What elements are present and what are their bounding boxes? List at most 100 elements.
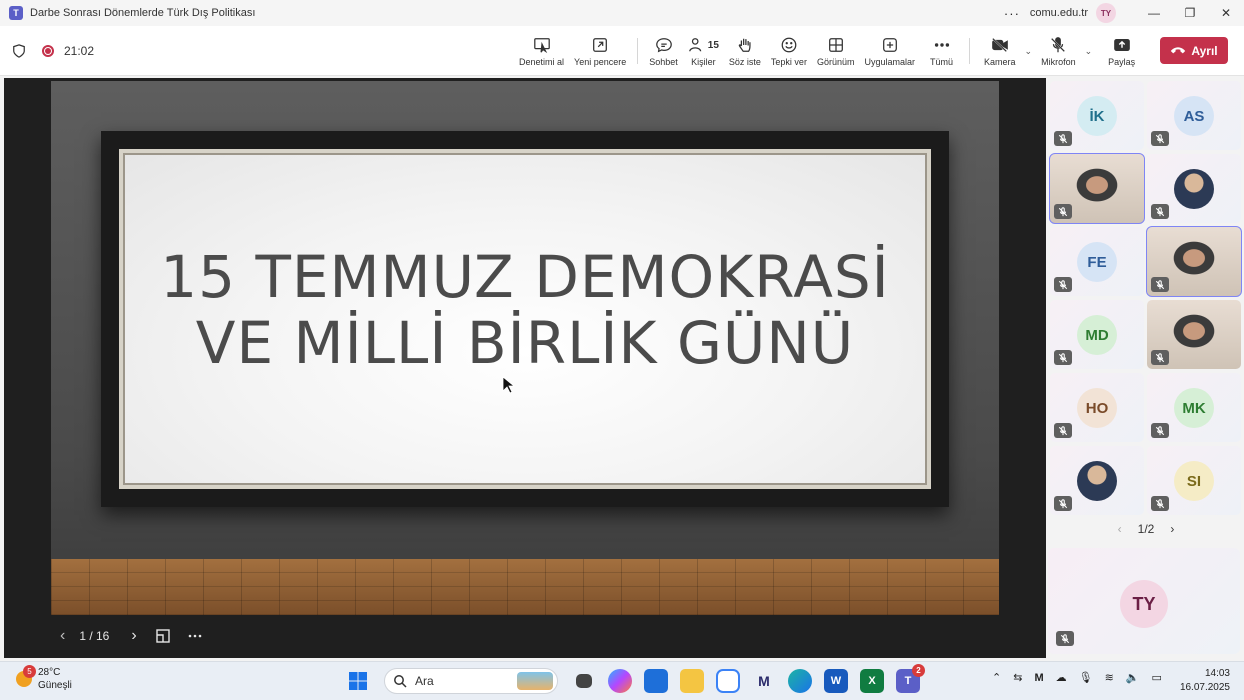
new-window-button[interactable]: Yeni pencere	[569, 26, 631, 76]
participant-tile[interactable]: FE	[1050, 227, 1144, 296]
next-slide-chevron-icon[interactable]: ›	[131, 627, 136, 645]
excel-icon[interactable]: X	[860, 669, 884, 693]
chat-button[interactable]: Sohbet	[644, 26, 683, 76]
more-button[interactable]: Tümü	[920, 26, 963, 76]
participant-tile[interactable]: MD	[1050, 300, 1144, 369]
sun-icon: 5	[16, 665, 36, 687]
leave-button[interactable]: Ayrıl	[1160, 37, 1228, 64]
organization-name: comu.edu.tr	[1029, 7, 1088, 19]
teams-icon[interactable]: T 2	[896, 664, 925, 693]
volume-icon[interactable]: 🔈	[1126, 671, 1140, 684]
system-tray: ⌃ ⇆ M ☁ 🎙 ≋ 🔈 ▭	[986, 671, 1168, 685]
people-count: 15	[707, 39, 719, 51]
self-view-tile[interactable]: TY	[1048, 548, 1240, 654]
shared-content-stage[interactable]: 15 TEMMUZ DEMOKRASİ VE MİLLİ BİRLİK GÜNÜ…	[4, 78, 1046, 658]
store-icon[interactable]	[644, 669, 668, 693]
take-control-icon	[533, 38, 550, 54]
windows-start-icon[interactable]	[346, 669, 370, 693]
tray-app-icon[interactable]: ⇆	[1013, 671, 1022, 684]
muted-mic-icon	[1151, 496, 1169, 511]
microphone-label: Mikrofon	[1041, 57, 1076, 67]
onedrive-icon[interactable]: ☁	[1056, 671, 1067, 684]
muted-mic-icon	[1151, 423, 1169, 438]
camera-label: Kamera	[984, 57, 1016, 67]
slide-controls: ‹ 1 / 16 ›	[60, 627, 219, 645]
file-explorer-icon[interactable]	[680, 669, 704, 693]
battery-icon[interactable]: ▭	[1152, 671, 1162, 684]
account-avatar[interactable]: TY	[1096, 3, 1116, 23]
participant-tile[interactable]: AS	[1147, 81, 1241, 150]
meeting-toolbar: 21:02 Denetimi al Yeni pencere Sohbet 15…	[0, 26, 1244, 76]
slide-frame: 15 TEMMUZ DEMOKRASİ VE MİLLİ BİRLİK GÜNÜ	[101, 131, 949, 507]
hang-up-icon	[1171, 46, 1186, 53]
participant-tile[interactable]: HO	[1050, 373, 1144, 442]
gallery-next-chevron-icon[interactable]: ›	[1170, 522, 1174, 536]
task-view-icon[interactable]	[576, 674, 592, 688]
maximize-button[interactable]: ❐	[1172, 0, 1208, 26]
participant-tile[interactable]	[1049, 153, 1145, 224]
app-m-icon[interactable]: M	[752, 669, 776, 693]
participant-tile[interactable]: SI	[1147, 446, 1241, 515]
clock-time: 14:03	[1204, 668, 1230, 679]
slide-layout-icon[interactable]	[155, 628, 171, 644]
gallery-previous-chevron-icon[interactable]: ‹	[1118, 522, 1122, 536]
muted-mic-icon	[1056, 631, 1074, 646]
copilot-icon[interactable]	[608, 669, 632, 693]
wifi-icon[interactable]: ≋	[1105, 671, 1114, 684]
taskbar-search-input[interactable]: Ara	[384, 668, 558, 694]
edge-icon[interactable]	[788, 669, 812, 693]
view-button[interactable]: Görünüm	[812, 26, 860, 76]
tool-label: Uygulamalar	[864, 57, 915, 67]
more-icon	[934, 43, 949, 47]
take-control-button[interactable]: Denetimi al	[514, 26, 569, 76]
close-button[interactable]: ✕	[1208, 0, 1244, 26]
muted-mic-icon	[1054, 131, 1072, 146]
tool-label: Kişiler	[691, 57, 716, 67]
chat-app-icon[interactable]	[716, 669, 740, 693]
show-hidden-icons-chevron-icon[interactable]: ⌃	[992, 671, 1001, 684]
recording-icon	[42, 44, 54, 57]
muted-mic-icon	[1054, 496, 1072, 511]
react-button[interactable]: Tepki ver	[766, 26, 812, 76]
taskbar-apps: Ara M W X T 2	[340, 664, 926, 694]
word-icon[interactable]: W	[824, 669, 848, 693]
microphone-button[interactable]: Mikrofon	[1036, 26, 1081, 76]
tool-label: Görünüm	[816, 57, 855, 67]
participant-tile[interactable]: İK	[1050, 81, 1144, 150]
muted-mic-icon	[1054, 350, 1072, 365]
microphone-options-chevron-icon[interactable]: ⌄	[1085, 46, 1093, 57]
camera-button[interactable]: Kamera	[976, 26, 1021, 76]
share-button[interactable]: Paylaş	[1096, 26, 1140, 76]
view-icon	[828, 38, 843, 52]
tool-label: Tepki ver	[770, 57, 807, 67]
windows-taskbar: 5 28°C Güneşli Ara M W X T 2 ⌃ ⇆ M ☁ 🎙 ≋…	[0, 661, 1244, 700]
search-placeholder: Ara	[415, 674, 434, 688]
weather-widget[interactable]: 5 28°C Güneşli	[16, 665, 72, 692]
react-icon	[781, 37, 797, 53]
participant-tile[interactable]: MK	[1147, 373, 1241, 442]
apps-button[interactable]: Uygulamalar	[859, 26, 920, 76]
people-button[interactable]: 15 Kişiler	[683, 26, 724, 76]
more-options-icon[interactable]: ···	[1004, 6, 1020, 21]
slide-more-icon[interactable]	[187, 628, 203, 644]
previous-slide-chevron-icon[interactable]: ‹	[60, 627, 65, 645]
raise-hand-button[interactable]: Söz iste	[724, 26, 766, 76]
muted-mic-icon	[1054, 204, 1072, 219]
participant-avatar: İK	[1077, 96, 1117, 136]
participant-tile[interactable]	[1050, 446, 1144, 515]
participant-tile[interactable]	[1147, 154, 1241, 223]
participant-tile[interactable]	[1146, 226, 1242, 297]
system-clock[interactable]: 14:03 16.07.2025	[1178, 667, 1230, 695]
microphone-muted-tray-icon[interactable]: 🎙	[1079, 671, 1093, 684]
wooden-floor	[51, 559, 999, 615]
minimize-button[interactable]: —	[1136, 0, 1172, 26]
participant-avatar: AS	[1174, 96, 1214, 136]
camera-options-chevron-icon[interactable]: ⌄	[1025, 46, 1033, 57]
teams-app-icon: T	[9, 6, 23, 20]
participant-tile[interactable]	[1147, 300, 1241, 369]
search-icon	[394, 675, 407, 688]
slide-title-line-2: VE MİLLİ BİRLİK GÜNÜ	[195, 309, 855, 377]
gallery-pager: ‹ 1/2 ›	[1048, 522, 1244, 536]
tray-m-icon[interactable]: M	[1034, 672, 1043, 684]
participant-avatar: MK	[1174, 388, 1214, 428]
